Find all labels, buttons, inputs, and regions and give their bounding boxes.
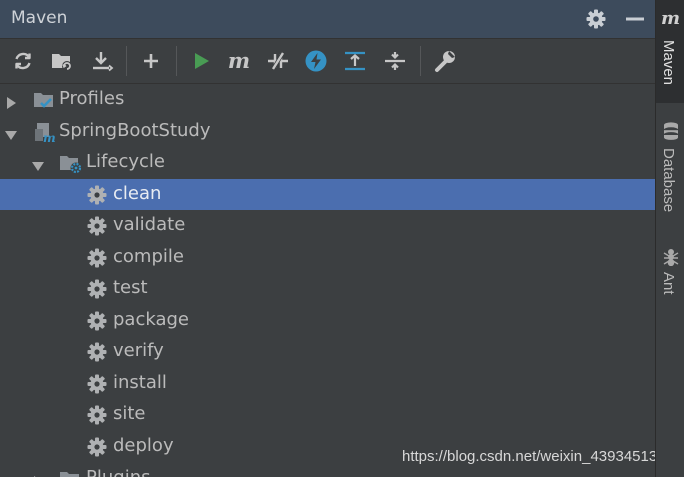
- tree-node-project[interactable]: m SpringBootStudy: [0, 116, 655, 147]
- profiles-folder-icon: [33, 89, 55, 111]
- phase-label: verify: [113, 340, 164, 361]
- gear-icon: [86, 341, 108, 363]
- add-project-icon[interactable]: [138, 48, 164, 74]
- gear-icon: [86, 247, 108, 269]
- lifecycle-phase-test[interactable]: test: [0, 273, 655, 304]
- run-icon[interactable]: [188, 48, 214, 74]
- tree-label-profiles: Profiles: [59, 88, 125, 109]
- lifecycle-folder-icon: [59, 152, 82, 174]
- tree-label-plugins: Plugins: [86, 467, 150, 477]
- svg-text:m: m: [43, 131, 55, 143]
- gear-icon: [86, 373, 108, 395]
- download-icon[interactable]: [89, 48, 115, 74]
- watermark-url: https://blog.csdn.net/weixin_43934513: [402, 448, 655, 465]
- reload-all-icon[interactable]: [10, 48, 36, 74]
- right-tool-stripe: m Maven Database Ant: [655, 0, 684, 477]
- toolbar-separator: [176, 46, 177, 76]
- lifecycle-phase-package[interactable]: package: [0, 305, 655, 336]
- phase-label: validate: [113, 214, 186, 235]
- maven-toolbar: m: [0, 39, 655, 84]
- collapse-arrow-icon[interactable]: [5, 126, 17, 140]
- maven-tool-window: Maven m Profiles m SpringBootStudy Lifec…: [0, 0, 655, 477]
- plugins-folder-icon: [59, 468, 81, 477]
- gear-icon: [86, 184, 108, 206]
- ant-icon: [662, 248, 680, 270]
- gear-icon: [86, 404, 108, 426]
- phase-label: test: [113, 277, 148, 298]
- stripe-tab-database[interactable]: Database: [656, 112, 684, 224]
- generate-sources-icon[interactable]: [49, 48, 75, 74]
- show-dependencies-icon[interactable]: [342, 48, 368, 74]
- lifecycle-phase-install[interactable]: install: [0, 368, 655, 399]
- gear-icon[interactable]: [585, 8, 607, 30]
- collapse-all-icon[interactable]: [382, 48, 408, 74]
- phase-label: compile: [113, 246, 184, 267]
- phase-label: package: [113, 309, 189, 330]
- tree-label-lifecycle: Lifecycle: [86, 151, 165, 172]
- toolbar-separator: [126, 46, 127, 76]
- settings-wrench-icon[interactable]: [432, 48, 458, 74]
- execute-goal-icon[interactable]: m: [226, 48, 252, 74]
- gear-icon: [86, 310, 108, 332]
- database-icon: [663, 122, 679, 144]
- stripe-label-maven: Maven: [660, 40, 677, 86]
- maven-m-glyph: m: [227, 48, 251, 73]
- skip-tests-icon[interactable]: [303, 48, 329, 74]
- gear-icon: [86, 215, 108, 237]
- tree-node-profiles[interactable]: Profiles: [0, 84, 655, 115]
- tree-node-plugins[interactable]: Plugins: [0, 463, 655, 477]
- gear-icon: [86, 436, 108, 458]
- lifecycle-phase-compile[interactable]: compile: [0, 242, 655, 273]
- gear-icon: [86, 278, 108, 300]
- lifecycle-phase-clean[interactable]: clean: [0, 179, 655, 210]
- phase-label: install: [113, 372, 167, 393]
- stripe-label-ant: Ant: [660, 272, 677, 295]
- tree-node-lifecycle[interactable]: Lifecycle: [0, 147, 655, 178]
- expand-arrow-icon[interactable]: [5, 94, 17, 109]
- lifecycle-phase-validate[interactable]: validate: [0, 210, 655, 241]
- lifecycle-phase-site[interactable]: site: [0, 399, 655, 430]
- collapse-arrow-icon[interactable]: [32, 157, 44, 171]
- maven-module-icon: m: [33, 121, 56, 145]
- toolbar-separator: [420, 46, 421, 76]
- toggle-offline-icon[interactable]: [265, 48, 291, 74]
- phase-label: deploy: [113, 435, 174, 456]
- minimize-icon[interactable]: [624, 8, 646, 30]
- tree-label-project: SpringBootStudy: [59, 120, 211, 141]
- stripe-tab-ant[interactable]: Ant: [656, 240, 684, 310]
- expand-arrow-icon[interactable]: [32, 473, 44, 477]
- tool-window-header: Maven: [0, 0, 655, 39]
- phase-label: site: [113, 403, 146, 424]
- stripe-tab-maven[interactable]: m Maven: [656, 0, 684, 103]
- maven-m-icon: m: [661, 8, 681, 29]
- tool-window-title: Maven: [11, 8, 68, 28]
- stripe-label-database: Database: [660, 148, 677, 213]
- lifecycle-phase-verify[interactable]: verify: [0, 336, 655, 367]
- phase-label: clean: [113, 183, 162, 204]
